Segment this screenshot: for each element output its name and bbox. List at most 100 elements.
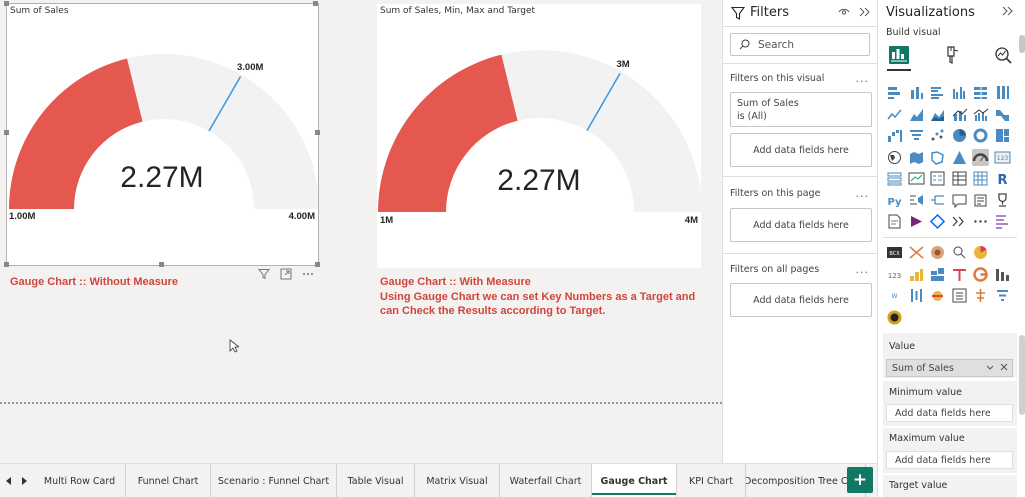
gauge-icon[interactable] bbox=[972, 148, 989, 166]
custom-visual-7-icon[interactable]: 123 bbox=[886, 266, 903, 283]
matrix-icon[interactable] bbox=[972, 170, 989, 187]
table-icon[interactable] bbox=[951, 170, 968, 187]
card-icon[interactable]: 123 bbox=[994, 149, 1011, 166]
filter-add-fields-visual[interactable]: Add data fields here bbox=[730, 133, 872, 167]
line-clustered-column-icon[interactable] bbox=[972, 106, 989, 123]
resize-handle[interactable] bbox=[315, 130, 320, 135]
page-tab[interactable]: Waterfall Chart bbox=[500, 464, 592, 497]
custom-visual-4-icon[interactable] bbox=[929, 244, 946, 261]
add-page-button[interactable]: + bbox=[847, 467, 873, 493]
treemap-icon[interactable] bbox=[994, 127, 1011, 144]
collapse-pane-icon[interactable] bbox=[859, 7, 870, 20]
custom-visual-8-icon[interactable] bbox=[908, 266, 925, 283]
gauge-visual-without-measure[interactable]: Sum of Sales 2.27M 1.00M 4.00M 3.00M bbox=[4, 1, 320, 267]
filter-icon[interactable] bbox=[256, 267, 272, 281]
page-tab[interactable]: Multi Row Card bbox=[34, 464, 126, 497]
page-tab[interactable]: Matrix Visual bbox=[415, 464, 500, 497]
well-maximum-drop[interactable]: Add data fields here bbox=[886, 451, 1013, 469]
page-tab[interactable]: KPI Chart bbox=[677, 464, 746, 497]
pie-icon[interactable] bbox=[951, 127, 968, 144]
eye-icon[interactable] bbox=[838, 7, 850, 20]
custom-visual-15-icon[interactable] bbox=[929, 287, 946, 304]
100-stacked-bar-icon[interactable] bbox=[972, 84, 989, 101]
report-canvas[interactable]: Sum of Sales 2.27M 1.00M 4.00M 3.00M Gau… bbox=[0, 0, 722, 463]
azure-map-icon[interactable] bbox=[951, 149, 968, 166]
100-stacked-column-icon[interactable] bbox=[994, 84, 1011, 101]
well-field-actions[interactable] bbox=[986, 363, 1008, 374]
custom-visual-16-icon[interactable] bbox=[951, 287, 968, 304]
get-more-visuals-icon[interactable] bbox=[951, 213, 968, 230]
prev-page-icon[interactable] bbox=[3, 473, 15, 489]
next-page-icon[interactable] bbox=[18, 473, 30, 489]
ribbon-chart-icon[interactable] bbox=[994, 106, 1011, 123]
collapse-pane-icon[interactable] bbox=[1002, 5, 1013, 19]
stacked-bar-icon[interactable] bbox=[886, 84, 903, 101]
close-icon[interactable] bbox=[1000, 363, 1008, 371]
slicer-icon[interactable] bbox=[929, 170, 946, 187]
area-chart-icon[interactable] bbox=[908, 106, 925, 123]
resize-handle[interactable] bbox=[4, 1, 9, 6]
custom-visual-19-icon[interactable] bbox=[886, 309, 903, 326]
page-tab[interactable]: Scenario : Funnel Chart bbox=[211, 464, 337, 497]
map-icon[interactable] bbox=[886, 149, 903, 166]
shape-map-icon[interactable] bbox=[929, 149, 946, 166]
qa-icon[interactable] bbox=[951, 192, 968, 209]
more-options-icon[interactable]: ... bbox=[856, 187, 870, 200]
chevron-down-icon[interactable] bbox=[986, 365, 994, 371]
custom-visual-5-icon[interactable] bbox=[951, 244, 968, 261]
filter-card-sum-of-sales[interactable]: Sum of Sales is (All) bbox=[730, 92, 872, 127]
tab-format-visual[interactable] bbox=[935, 41, 967, 69]
custom-visual-11-icon[interactable] bbox=[972, 266, 989, 283]
resize-handle[interactable] bbox=[159, 262, 164, 267]
filter-add-fields-page[interactable]: Add data fields here bbox=[730, 208, 872, 242]
page-tab[interactable]: Funnel Chart bbox=[126, 464, 211, 497]
scatter-icon[interactable] bbox=[929, 127, 946, 144]
stacked-area-icon[interactable] bbox=[929, 106, 946, 123]
line-stacked-column-icon[interactable] bbox=[951, 106, 968, 123]
multi-row-card-icon[interactable] bbox=[886, 170, 903, 187]
key-influencers-icon[interactable] bbox=[908, 192, 925, 209]
power-apps-icon[interactable] bbox=[908, 213, 925, 230]
page-tab[interactable]: Gauge Chart bbox=[592, 464, 677, 497]
custom-visual-10-icon[interactable] bbox=[951, 266, 968, 283]
custom-visual-1-icon[interactable] bbox=[994, 213, 1011, 230]
decomposition-tree-icon[interactable] bbox=[929, 192, 946, 209]
custom-visual-17-icon[interactable] bbox=[972, 287, 989, 304]
clustered-column-icon[interactable] bbox=[951, 84, 968, 101]
resize-handle[interactable] bbox=[313, 1, 318, 6]
custom-visual-3-icon[interactable] bbox=[908, 244, 925, 261]
paginated-report-icon[interactable] bbox=[886, 213, 903, 230]
filled-map-icon[interactable] bbox=[908, 149, 925, 166]
gauge-visual-with-measure[interactable]: Sum of Sales, Min, Max and Target 2.27M … bbox=[377, 4, 701, 268]
custom-visual-18-icon[interactable] bbox=[994, 287, 1011, 304]
custom-visual-13-icon[interactable]: W bbox=[886, 287, 903, 304]
more-options-icon[interactable] bbox=[300, 267, 316, 281]
well-minimum-drop[interactable]: Add data fields here bbox=[886, 404, 1013, 422]
more-options-icon[interactable]: ... bbox=[856, 72, 870, 85]
smart-narrative-icon[interactable] bbox=[972, 192, 989, 209]
waterfall-icon[interactable] bbox=[886, 127, 903, 144]
tab-build-visual[interactable] bbox=[883, 41, 915, 71]
funnel-icon[interactable] bbox=[908, 127, 925, 144]
custom-visual-14-icon[interactable] bbox=[908, 287, 925, 304]
power-automate-icon[interactable] bbox=[929, 213, 946, 230]
resize-handle[interactable] bbox=[4, 130, 9, 135]
focus-mode-icon[interactable] bbox=[278, 267, 294, 281]
stacked-column-icon[interactable] bbox=[908, 84, 925, 101]
tab-analytics[interactable] bbox=[987, 41, 1019, 69]
custom-visual-12-icon[interactable] bbox=[994, 266, 1011, 283]
more-visuals-icon[interactable] bbox=[972, 213, 989, 230]
python-visual-icon[interactable]: Py bbox=[886, 192, 903, 209]
clustered-bar-icon[interactable] bbox=[929, 84, 946, 101]
filters-search-input[interactable]: Search bbox=[730, 33, 870, 56]
resize-handle[interactable] bbox=[4, 262, 9, 267]
kpi-icon[interactable] bbox=[908, 170, 925, 187]
page-tab[interactable]: Table Visual bbox=[337, 464, 415, 497]
r-visual-icon[interactable]: R bbox=[994, 170, 1011, 187]
filter-add-fields-all-pages[interactable]: Add data fields here bbox=[730, 283, 872, 317]
metrics-icon[interactable] bbox=[994, 192, 1011, 209]
pane-scrollbar[interactable] bbox=[1019, 335, 1025, 415]
more-options-icon[interactable]: ... bbox=[856, 263, 870, 276]
custom-visual-9-icon[interactable] bbox=[929, 266, 946, 283]
custom-visual-2-icon[interactable]: BCX bbox=[886, 244, 903, 261]
